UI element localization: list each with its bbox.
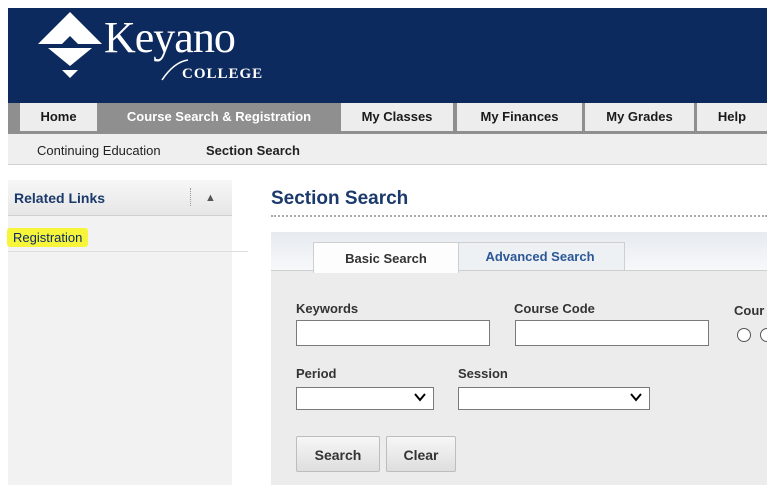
brand-subtitle: COLLEGE (182, 66, 264, 82)
tab-advanced-search[interactable]: Advanced Search (455, 242, 625, 270)
subnav-section-search[interactable]: Section Search (206, 134, 300, 168)
keywords-input[interactable] (296, 320, 490, 346)
course-option-radio[interactable] (737, 328, 751, 342)
chevron-down-icon (629, 390, 643, 407)
collapse-arrow-icon[interactable]: ▲ (205, 192, 216, 204)
tab-home[interactable]: Home (20, 103, 97, 131)
course-code-input[interactable] (515, 320, 709, 346)
keywords-label: Keywords (296, 301, 359, 316)
welcome-text: Welco (705, 0, 752, 8)
tab-basic-search[interactable]: Basic Search (313, 242, 459, 273)
tab-help[interactable]: Help (697, 103, 767, 131)
course-label-fragment: Cour (734, 303, 765, 318)
subnav-continuing-education[interactable]: Continuing Education (37, 134, 161, 168)
tab-course-search-registration[interactable]: Course Search & Registration (99, 103, 339, 131)
tab-my-classes[interactable]: My Classes (341, 103, 453, 131)
tab-my-finances[interactable]: My Finances (457, 103, 582, 131)
course-code-label: Course Code (514, 301, 595, 316)
sidebar (8, 180, 232, 485)
session-label: Session (458, 366, 508, 381)
tab-my-grades[interactable]: My Grades (585, 103, 694, 131)
top-strip: Welco (0, 0, 767, 8)
sidebar-link-registration[interactable]: Registration (7, 228, 89, 247)
search-button[interactable]: Search (296, 436, 380, 472)
page-title: Section Search (271, 188, 409, 209)
course-option-radio-2[interactable] (760, 328, 767, 342)
session-select[interactable] (458, 387, 650, 410)
period-label: Period (296, 366, 337, 381)
sidebar-title: Related Links (14, 190, 106, 206)
brand-name: Keyano (104, 13, 236, 62)
period-select[interactable] (296, 387, 434, 410)
sidebar-divider (190, 188, 191, 206)
sidebar-separator (8, 251, 248, 252)
clear-button[interactable]: Clear (386, 436, 456, 472)
keyano-logo-icon[interactable] (38, 12, 102, 83)
chevron-down-icon (413, 390, 427, 407)
title-divider (271, 215, 767, 217)
